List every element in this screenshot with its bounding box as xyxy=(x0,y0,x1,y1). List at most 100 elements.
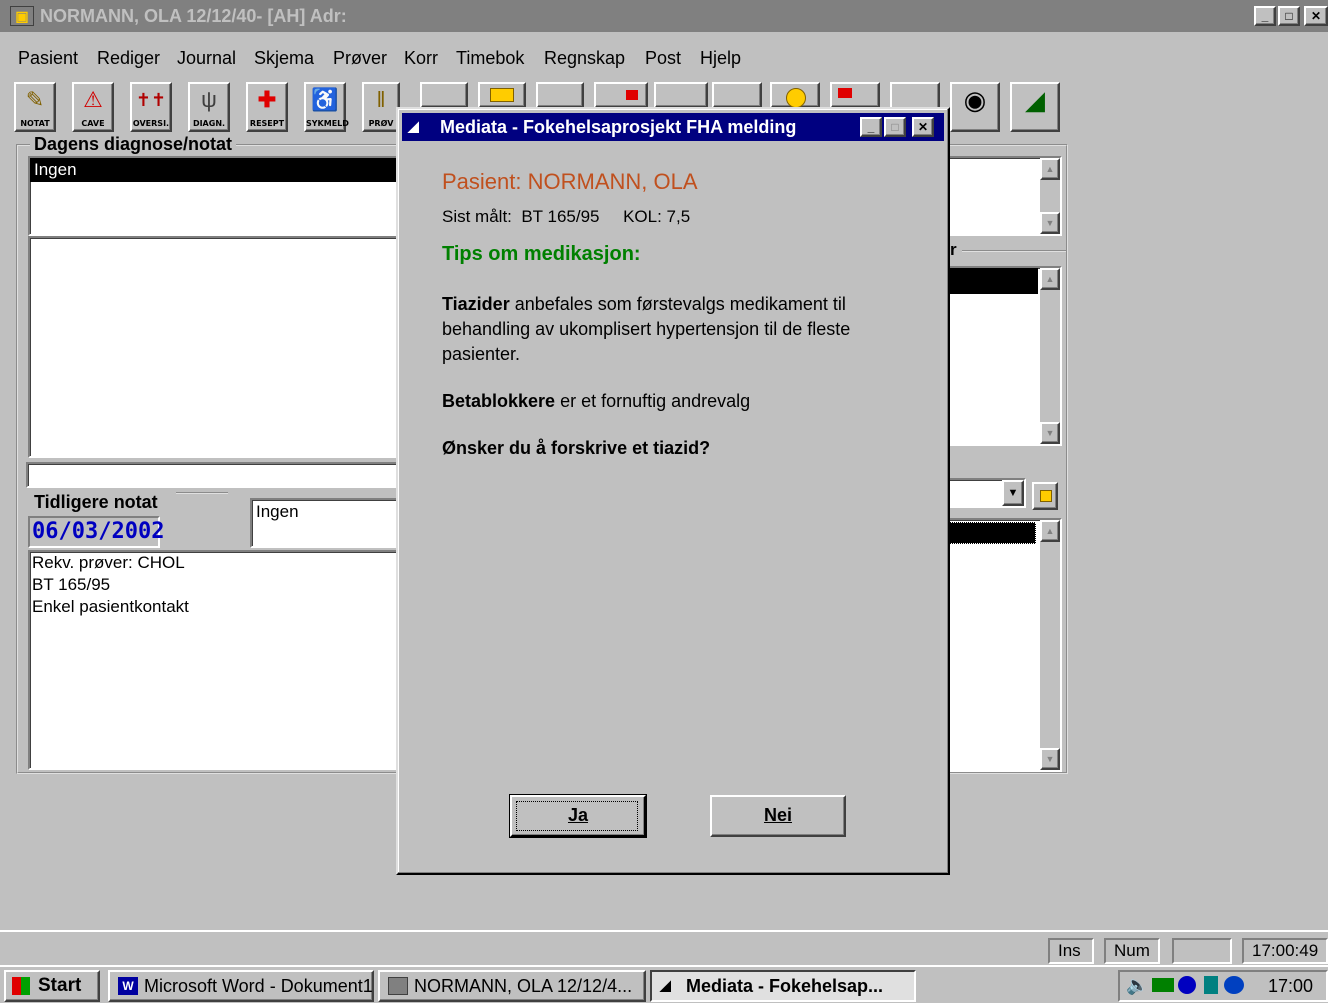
toolbar-resept-button[interactable]: ✚ RESEPT xyxy=(246,82,288,132)
right-list-middle[interactable]: ▲ ▼ xyxy=(944,266,1062,446)
right-combo[interactable]: ▼ xyxy=(944,478,1026,508)
right-list-top[interactable]: ▲ ▼ xyxy=(944,156,1062,236)
toolbar-notat-button[interactable]: ✎ NOTAT xyxy=(14,82,56,132)
toolbar-button-11[interactable] xyxy=(594,82,648,108)
menu-prover[interactable]: Prøver xyxy=(333,48,387,69)
wheelchair-icon: ♿ xyxy=(311,87,339,112)
toolbar-button-13[interactable] xyxy=(712,82,762,108)
scroll-down-button[interactable]: ▼ xyxy=(1040,748,1060,770)
start-button[interactable]: Start xyxy=(4,970,100,1002)
calendar-icon xyxy=(490,88,514,102)
task-normann[interactable]: NORMANN, OLA 12/12/4... xyxy=(378,970,646,1002)
patient-name: NORMANN, OLA xyxy=(527,169,698,194)
scrollbar[interactable]: ▲ ▼ xyxy=(1040,520,1060,770)
task-mediata[interactable]: ◢ Mediata - Fokehelsap... xyxy=(650,970,916,1002)
dialog-app-icon[interactable]: ◢ xyxy=(408,118,428,134)
toolbar-button-15[interactable] xyxy=(830,82,880,108)
diagnosis-note-textarea[interactable] xyxy=(28,236,400,458)
right-list-selected-item[interactable] xyxy=(946,268,1038,294)
menu-pasient[interactable]: Pasient xyxy=(18,48,78,69)
diagnosis-legend: Dagens diagnose/notat xyxy=(30,134,237,155)
scrollbar[interactable]: ▲ ▼ xyxy=(1040,158,1060,234)
minimize-button[interactable]: _ xyxy=(1254,6,1276,26)
toolbar-button-9[interactable] xyxy=(478,82,526,108)
previous-note-line: Enkel pasientkontakt xyxy=(32,597,189,616)
previous-note-diagnosis[interactable]: Ingen xyxy=(250,498,400,548)
menu-rediger[interactable]: Rediger xyxy=(97,48,160,69)
menu-timebok[interactable]: Timebok xyxy=(456,48,524,69)
scroll-up-button[interactable]: ▲ xyxy=(1040,158,1060,180)
scroll-down-button[interactable]: ▼ xyxy=(1040,212,1060,234)
previous-note-line: Rekv. prøver: CHOL xyxy=(32,553,185,572)
previous-note-textarea[interactable]: Rekv. prøver: CHOL BT 165/95 Enkel pasie… xyxy=(28,550,400,770)
scroll-up-button[interactable]: ▲ xyxy=(1040,520,1060,542)
dialog-paragraph-2: Betablokkere er et fornuftig andrevalg xyxy=(442,391,912,412)
scroll-down-button[interactable]: ▼ xyxy=(1040,422,1060,444)
speaker-icon[interactable]: 🔈 xyxy=(1126,975,1148,996)
toolbar-button-12[interactable] xyxy=(654,82,708,108)
menu-post[interactable]: Post xyxy=(645,48,681,69)
previous-note-legend-line xyxy=(176,492,228,494)
toolbar-button-10[interactable] xyxy=(536,82,584,108)
previous-note-date[interactable]: 06/03/2002 xyxy=(28,516,164,548)
toolbar-exit-button[interactable]: ◢ xyxy=(1010,82,1060,132)
dialog-tips-heading: Tips om medikasjon: xyxy=(442,243,641,265)
right-list-bottom-selected[interactable] xyxy=(946,522,1036,544)
right-group-line xyxy=(962,250,1066,252)
menu-hjelp[interactable]: Hjelp xyxy=(700,48,741,69)
toolbar-traffic-light-button[interactable]: ◉ xyxy=(950,82,1000,132)
previous-note-legend: Tidligere notat xyxy=(30,492,162,513)
right-group-legend: r xyxy=(950,240,957,259)
close-button[interactable]: ✕ xyxy=(1304,6,1328,26)
scroll-up-button[interactable]: ▲ xyxy=(1040,268,1060,290)
lock-button[interactable] xyxy=(1032,482,1058,510)
tray-clock[interactable]: 17:00 xyxy=(1268,976,1313,997)
dialog-paragraph-1: Tiazider anbefales som førstevalgs medik… xyxy=(442,292,912,367)
menu-journal[interactable]: Journal xyxy=(177,48,236,69)
toolbar-button-14[interactable] xyxy=(770,82,820,108)
task-word[interactable]: W Microsoft Word - Dokument1 xyxy=(108,970,374,1002)
paragraph-1-bold: Tiazider xyxy=(442,294,510,314)
no-button-label: Nei xyxy=(763,805,792,825)
toolbar-button-8[interactable] xyxy=(420,82,468,108)
start-label: Start xyxy=(38,975,82,996)
dialog-question: Ønsker du å forskrive et tiazid? xyxy=(442,438,711,458)
diagnosis-selected-item[interactable]: Ingen xyxy=(30,158,400,182)
yes-button[interactable]: Ja xyxy=(510,795,646,837)
toolbar-sykmeld-button[interactable]: ♿ SYKMELD xyxy=(304,82,349,132)
task-label: Mediata - Fokehelsap... xyxy=(686,976,884,996)
maximize-button[interactable]: □ xyxy=(1278,6,1300,26)
menu-regnskap[interactable]: Regnskap xyxy=(544,48,625,69)
no-button[interactable]: Nei xyxy=(710,795,846,837)
arrow-icon xyxy=(626,90,638,100)
toolbar-cave-button[interactable]: ⚠ CAVE xyxy=(72,82,114,132)
menu-bar: Pasient Rediger Journal Skjema Prøver Ko… xyxy=(0,44,1328,72)
status-bar: Ins Num 17:00:49 xyxy=(0,930,1328,964)
network-icon[interactable] xyxy=(1152,978,1174,992)
system-tray: 🔈 17:00 xyxy=(1118,970,1328,1002)
combo-dropdown-button[interactable]: ▼ xyxy=(1002,480,1024,506)
diagnosis-code-input[interactable] xyxy=(26,462,400,488)
scrollbar[interactable]: ▲ ▼ xyxy=(1040,268,1060,444)
right-list-bottom[interactable]: ▲ ▼ xyxy=(944,518,1062,772)
dialog-minimize-button[interactable]: _ xyxy=(860,117,882,137)
toolbar-oversi-button[interactable]: ✝✝ OVERSI. xyxy=(130,82,172,132)
toolbar-prov-button[interactable]: ‖ PRØV xyxy=(362,82,400,132)
dialog-title-bar[interactable]: ◢ Mediata - Fokehelsaprosjekt FHA meldin… xyxy=(402,113,944,141)
tray-app-icon[interactable] xyxy=(1178,976,1196,994)
toolbar-diagn-button[interactable]: ψ DIAGN. xyxy=(188,82,230,132)
main-title-bar: ▣ NORMANN, OLA 12/12/40- [AH] Adr: _ □ ✕ xyxy=(0,0,1328,32)
tray-n-icon[interactable] xyxy=(1204,976,1218,994)
status-empty xyxy=(1172,938,1232,964)
status-ins: Ins xyxy=(1048,938,1094,964)
exit-door-icon: ◢ xyxy=(1025,85,1045,115)
diagnosis-list[interactable]: Ingen xyxy=(28,156,400,236)
dialog-patient-line: Pasient: NORMANN, OLA xyxy=(442,169,912,195)
menu-korr[interactable]: Korr xyxy=(404,48,438,69)
word-icon: W xyxy=(118,977,138,995)
menu-skjema[interactable]: Skjema xyxy=(254,48,314,69)
app-icon[interactable]: ▣ xyxy=(10,6,34,26)
dialog-maximize-button[interactable]: □ xyxy=(884,117,906,137)
tray-globe-icon[interactable] xyxy=(1224,976,1244,994)
dialog-close-button[interactable]: ✕ xyxy=(912,117,934,137)
